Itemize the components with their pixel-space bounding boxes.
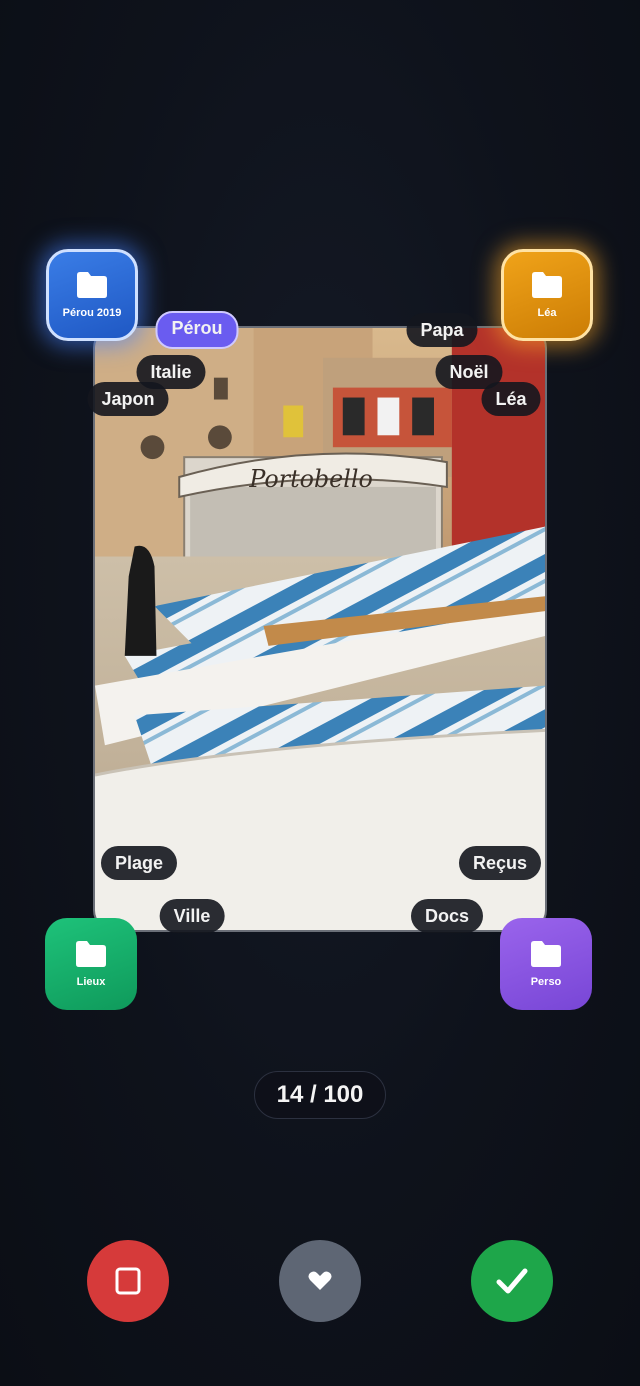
reject-button[interactable] bbox=[87, 1240, 169, 1322]
folder-label: Pérou 2019 bbox=[62, 307, 122, 319]
square-icon bbox=[115, 1267, 141, 1295]
photo-image: Portobello bbox=[95, 328, 545, 930]
heart-icon bbox=[308, 1271, 332, 1290]
tag-chip-perou[interactable]: Pérou bbox=[155, 311, 239, 349]
folder-icon bbox=[76, 941, 106, 967]
folder-icon bbox=[77, 272, 107, 298]
tag-chip-papa[interactable]: Papa bbox=[406, 313, 478, 347]
svg-text:Portobello: Portobello bbox=[248, 465, 372, 493]
tag-chip-docs[interactable]: Docs bbox=[410, 899, 484, 933]
tag-chip-plage[interactable]: Plage bbox=[100, 846, 178, 880]
folder-lieux[interactable]: Lieux bbox=[45, 918, 137, 1010]
tag-chip-japon[interactable]: Japon bbox=[87, 382, 169, 416]
tag-chip-ville[interactable]: Ville bbox=[159, 899, 225, 933]
folder-label: Léa bbox=[537, 307, 557, 319]
folder-perso[interactable]: Perso bbox=[500, 918, 592, 1010]
folder-icon bbox=[531, 941, 561, 967]
folder-lea[interactable]: Léa bbox=[501, 249, 593, 341]
check-icon bbox=[496, 1268, 528, 1294]
folder-icon bbox=[532, 272, 562, 298]
tag-chip-lea[interactable]: Léa bbox=[481, 382, 541, 416]
photo-card[interactable]: Portobello bbox=[93, 326, 547, 932]
folder-label: Lieux bbox=[76, 976, 106, 988]
favorite-button[interactable] bbox=[279, 1240, 361, 1322]
tag-chip-recus[interactable]: Reçus bbox=[458, 846, 542, 880]
folder-peru-2019[interactable]: Pérou 2019 bbox=[46, 249, 138, 341]
accept-button[interactable] bbox=[471, 1240, 553, 1322]
photo-counter: 14 / 100 bbox=[254, 1071, 386, 1119]
folder-label: Perso bbox=[530, 976, 562, 988]
